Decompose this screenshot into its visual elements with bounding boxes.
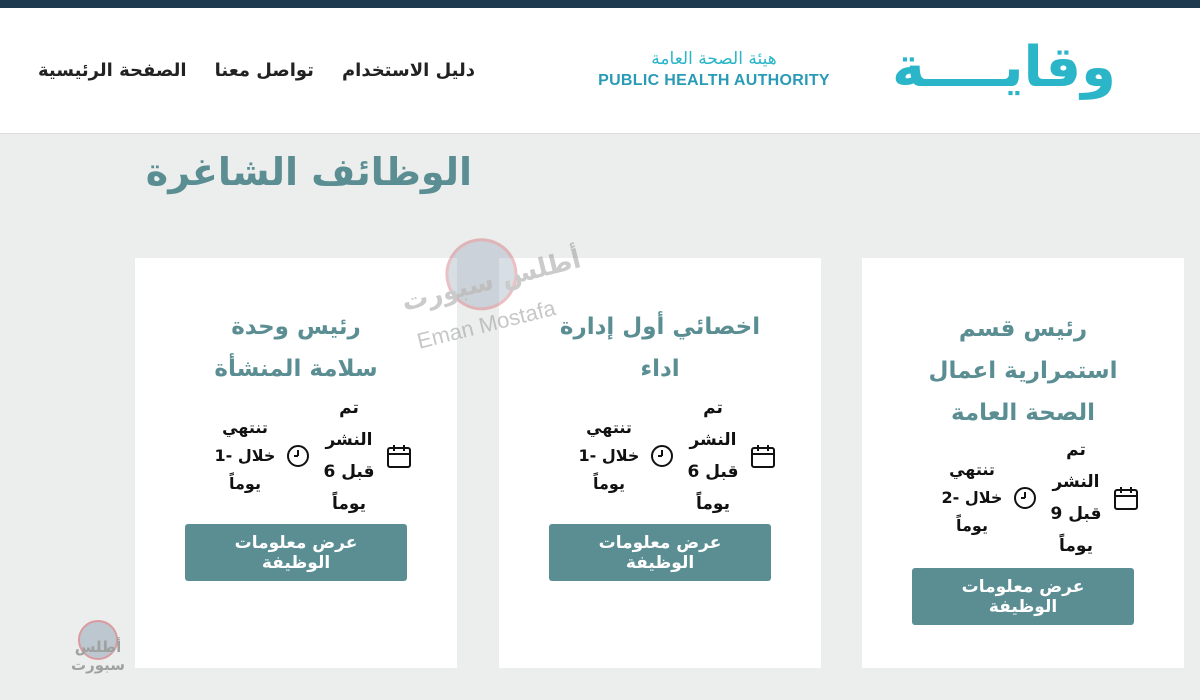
posted-line: قبل 6 <box>687 462 739 482</box>
job-title: اخصائي أول إدارة اداء <box>549 306 771 390</box>
ends-line: يوماً <box>956 516 988 535</box>
ends-line: خلال -2 <box>941 488 1003 507</box>
ends-info: تنتهي خلال -2 يوماً <box>937 456 1037 540</box>
job-title-line: رئيس وحدة <box>231 314 361 340</box>
posted-text: تم النشر قبل 6 يوماً <box>318 392 380 520</box>
button-line: عرض معلومات <box>234 532 358 553</box>
ends-info: تنتهي خلال -1 يوماً <box>210 414 310 498</box>
posted-line: يوماً <box>1059 536 1093 556</box>
ends-info: تنتهي خلال -1 يوماً <box>574 414 674 498</box>
nav-contact[interactable]: تواصل معنا <box>215 60 314 81</box>
job-title-line: الصحة العامة <box>950 400 1096 426</box>
nav-home[interactable]: الصفحة الرئيسية <box>38 60 187 81</box>
ends-line: يوماً <box>229 474 261 493</box>
posted-line: قبل 9 <box>1050 504 1102 524</box>
ends-line: خلال -1 <box>214 446 276 465</box>
calendar-icon <box>751 445 775 468</box>
page-title: الوظائف الشاغرة <box>145 150 472 194</box>
view-job-button[interactable]: عرض معلومات الوظيفة <box>549 524 771 581</box>
ends-line: تنتهي <box>222 418 268 437</box>
job-title-line: رئيس قسم <box>958 316 1088 342</box>
ends-text: تنتهي خلال -1 يوماً <box>574 414 644 498</box>
job-card: رئيس وحدة سلامة المنشأة تم النشر قبل 6 ي… <box>135 258 457 668</box>
top-accent-bar <box>0 0 1200 8</box>
button-line: عرض معلومات <box>961 576 1085 597</box>
job-meta: تم النشر قبل 9 يوماً تنتهي خلال -2 يوماً <box>917 434 1139 562</box>
button-line: الوظيفة <box>261 552 331 573</box>
job-card: رئيس قسم استمرارية اعمال الصحة العامة تم… <box>862 258 1184 668</box>
posted-text: تم النشر قبل 6 يوماً <box>682 392 744 520</box>
ends-line: تنتهي <box>949 460 995 479</box>
posted-line: تم <box>339 398 359 418</box>
calendar-icon <box>1114 487 1138 510</box>
button-line: الوظيفة <box>625 552 695 573</box>
clock-icon <box>287 445 309 467</box>
ends-text: تنتهي خلال -2 يوماً <box>937 456 1007 540</box>
posted-line: تم <box>1066 440 1086 460</box>
logo-wordmark[interactable]: وقايــــة <box>856 28 1116 108</box>
job-title-line: استمرارية اعمال <box>928 358 1118 384</box>
job-card: اخصائي أول إدارة اداء تم النشر قبل 6 يوم… <box>499 258 821 668</box>
ends-text: تنتهي خلال -1 يوماً <box>210 414 280 498</box>
site-header: وقايــــة هيئة الصحة العامة PUBLIC HEALT… <box>0 8 1200 134</box>
job-meta: تم النشر قبل 6 يوماً تنتهي خلال -1 يوماً <box>190 392 412 520</box>
logo-english-name: PUBLIC HEALTH AUTHORITY <box>598 72 830 89</box>
football-icon <box>78 620 118 660</box>
job-title-line: اداء <box>640 356 680 382</box>
logo-arabic-name: هيئة الصحة العامة <box>651 49 777 69</box>
job-title: رئيس قسم استمرارية اعمال الصحة العامة <box>912 308 1134 434</box>
logo-subtitle[interactable]: هيئة الصحة العامة PUBLIC HEALTH AUTHORIT… <box>586 48 842 90</box>
posted-info: تم النشر قبل 6 يوماً <box>318 392 412 520</box>
job-title-line: اخصائي أول إدارة <box>559 314 761 340</box>
job-title-line: سلامة المنشأة <box>214 356 378 382</box>
atlas-corner-watermark: أطلس سبورت <box>48 620 148 680</box>
posted-line: يوماً <box>696 494 730 514</box>
view-job-button[interactable]: عرض معلومات الوظيفة <box>185 524 407 581</box>
posted-text: تم النشر قبل 9 يوماً <box>1045 434 1107 562</box>
nav-user-guide[interactable]: دليل الاستخدام <box>342 60 475 81</box>
posted-line: قبل 6 <box>323 462 375 482</box>
posted-line: النشر <box>1052 472 1100 492</box>
clock-icon <box>1014 487 1036 509</box>
button-line: الوظيفة <box>988 596 1058 617</box>
posted-info: تم النشر قبل 6 يوماً <box>682 392 776 520</box>
main-nav: الصفحة الرئيسية تواصل معنا دليل الاستخدا… <box>38 60 475 81</box>
ends-line: خلال -1 <box>578 446 640 465</box>
posted-line: النشر <box>689 430 737 450</box>
view-job-button[interactable]: عرض معلومات الوظيفة <box>912 568 1134 625</box>
clock-icon <box>651 445 673 467</box>
job-meta: تم النشر قبل 6 يوماً تنتهي خلال -1 يوماً <box>554 392 776 520</box>
atlas-corner-text: أطلس سبورت <box>71 638 125 674</box>
posted-line: تم <box>703 398 723 418</box>
job-title: رئيس وحدة سلامة المنشأة <box>185 306 407 390</box>
posted-info: تم النشر قبل 9 يوماً <box>1045 434 1139 562</box>
button-line: عرض معلومات <box>598 532 722 553</box>
posted-line: يوماً <box>332 494 366 514</box>
ends-line: يوماً <box>593 474 625 493</box>
posted-line: النشر <box>325 430 373 450</box>
calendar-icon <box>387 445 411 468</box>
ends-line: تنتهي <box>586 418 632 437</box>
